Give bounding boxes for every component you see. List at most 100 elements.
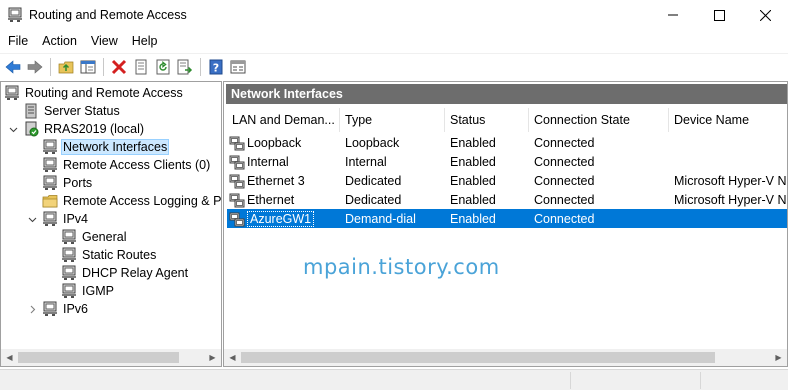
tree-item-static-routes[interactable]: Static Routes [61, 246, 158, 264]
tree-item-server-status[interactable]: Server Status [23, 102, 122, 120]
toolbar-separator [200, 57, 201, 76]
up-folder-icon [58, 61, 74, 73]
column-header-type[interactable]: Type [340, 108, 445, 132]
connection-state: Connected [534, 173, 595, 188]
interface-name: AzureGW1 [247, 210, 315, 227]
igmp-icon [62, 283, 76, 298]
column-header-connection-state[interactable]: Connection State [529, 108, 669, 132]
interface-type: Internal [345, 154, 387, 169]
title-bar: Routing and Remote Access [0, 0, 788, 30]
table-row-selected[interactable]: AzureGW1 Demand-dial Enabled Connected [227, 209, 787, 228]
tree-item-network-interfaces[interactable]: Network Interfaces [42, 138, 170, 156]
scroll-left-button[interactable]: ◀ [1, 349, 18, 366]
connection-state: Connected [534, 211, 595, 226]
tree-item-igmp[interactable]: IGMP [61, 282, 116, 300]
tree-item-dhcp-relay-agent[interactable]: DHCP Relay Agent [61, 264, 190, 282]
minimize-button[interactable] [650, 0, 696, 30]
scroll-left-icon: ◀ [6, 353, 13, 362]
scroll-left-icon: ◀ [229, 353, 236, 362]
close-button[interactable] [742, 0, 788, 30]
dhcp-relay-icon [62, 265, 76, 280]
tree-item-general[interactable]: General [61, 228, 128, 246]
expand-toggle[interactable] [27, 304, 37, 314]
interface-type: Dedicated [345, 192, 402, 207]
connection-state: Connected [534, 154, 595, 169]
scroll-right-icon: ▶ [209, 353, 216, 362]
tree-item-label: IPv4 [63, 212, 89, 226]
collapse-toggle[interactable] [27, 214, 37, 224]
tree-item-label: Remote Access Logging & Po [63, 194, 222, 208]
show-hide-tree-button[interactable] [77, 56, 99, 78]
ipv4-icon [43, 211, 57, 226]
table-row[interactable]: Ethernet 3 Dedicated Enabled Connected M… [227, 171, 787, 190]
delete-button[interactable] [108, 56, 130, 78]
table-row[interactable]: Ethernet Dedicated Enabled Connected Mic… [227, 190, 787, 209]
details-pane: Network Interfaces LAN and Deman... Type… [223, 81, 788, 367]
pane-title: Network Interfaces [226, 84, 787, 104]
table-row[interactable]: Internal Internal Enabled Connected [227, 152, 787, 171]
tree-item-label: Remote Access Clients (0) [63, 158, 211, 172]
interface-name: Loopback [247, 135, 302, 150]
tree-item-ipv4[interactable]: IPv4 [42, 210, 90, 228]
tree-item-label: DHCP Relay Agent [82, 266, 189, 280]
tree-item-label: IGMP [82, 284, 114, 298]
status-divider [570, 372, 571, 389]
scrollbar-thumb[interactable] [241, 352, 715, 363]
refresh-button[interactable] [152, 56, 174, 78]
forward-button[interactable] [24, 56, 46, 78]
interface-status: Enabled [450, 211, 496, 226]
column-header-name[interactable]: LAN and Deman... [227, 108, 340, 132]
menu-file[interactable]: File [0, 34, 35, 48]
status-bar [0, 369, 788, 390]
device-name: Microsoft Hyper-V Ne [674, 173, 787, 188]
interface-status: Enabled [450, 173, 496, 188]
column-header-device-name[interactable]: Device Name [669, 108, 787, 132]
tree-item-label: Static Routes [82, 248, 157, 262]
back-button[interactable] [2, 56, 24, 78]
tree-horizontal-scrollbar[interactable]: ◀ ▶ [1, 349, 221, 366]
chevron-down-icon [9, 127, 17, 132]
interface-name: Ethernet 3 [247, 173, 305, 188]
help-button[interactable]: ? [205, 56, 227, 78]
export-list-icon [177, 59, 193, 74]
window-title: Routing and Remote Access [29, 8, 187, 22]
help-icon: ? [209, 59, 223, 74]
menu-bar: File Action View Help [0, 30, 788, 51]
menu-help[interactable]: Help [125, 34, 165, 48]
interface-type: Dedicated [345, 173, 402, 188]
column-header-status[interactable]: Status [445, 108, 529, 132]
interface-name: Ethernet [247, 192, 295, 207]
static-routes-icon [62, 247, 76, 262]
tree-item-remote-access-logging[interactable]: Remote Access Logging & Po [42, 192, 222, 210]
scroll-left-button[interactable]: ◀ [224, 349, 241, 366]
tree-item-rras2019[interactable]: RRAS2019 (local) [23, 120, 146, 138]
device-name [674, 209, 787, 228]
delete-icon [111, 59, 127, 74]
tree-item-remote-access-clients[interactable]: Remote Access Clients (0) [42, 156, 212, 174]
server-status-icon [25, 103, 37, 119]
network-interface-icon [229, 155, 245, 169]
console-view-button[interactable] [227, 56, 249, 78]
ports-icon [43, 175, 57, 190]
menu-view[interactable]: View [84, 34, 125, 48]
scroll-right-button[interactable]: ▶ [770, 349, 787, 366]
logging-folder-icon [42, 195, 58, 208]
collapse-toggle[interactable] [8, 124, 18, 134]
tree-item-ipv6[interactable]: IPv6 [42, 300, 90, 318]
maximize-button[interactable] [696, 0, 742, 30]
scrollbar-thumb[interactable] [18, 352, 179, 363]
export-list-button[interactable] [174, 56, 196, 78]
tree-item-ports[interactable]: Ports [42, 174, 94, 192]
connection-state: Connected [534, 135, 595, 150]
scroll-right-icon: ▶ [775, 353, 782, 362]
interface-status: Enabled [450, 154, 496, 169]
scroll-right-button[interactable]: ▶ [204, 349, 221, 366]
properties-button[interactable] [130, 56, 152, 78]
menu-action[interactable]: Action [35, 34, 84, 48]
up-one-level-button[interactable] [55, 56, 77, 78]
list-horizontal-scrollbar[interactable]: ◀ ▶ [224, 349, 787, 366]
table-row[interactable]: Loopback Loopback Enabled Connected [227, 133, 787, 152]
refresh-icon [156, 59, 170, 74]
tree-item-rras-root[interactable]: Routing and Remote Access [4, 84, 185, 102]
tree-pane[interactable]: Routing and Remote Access Server Status … [0, 81, 222, 367]
